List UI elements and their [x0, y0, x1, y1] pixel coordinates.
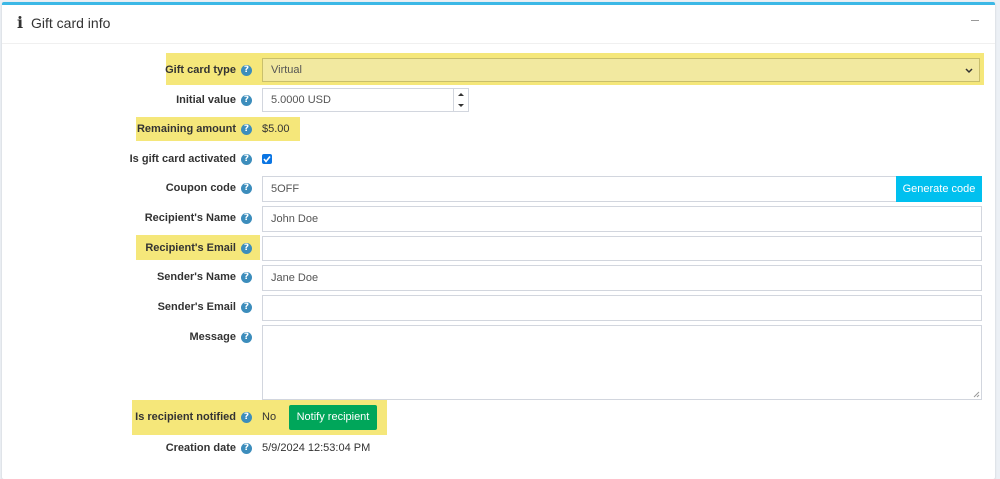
- notify-recipient-button[interactable]: Notify recipient: [289, 405, 377, 430]
- help-icon[interactable]: ?: [241, 271, 252, 283]
- initial-value-input[interactable]: 5.0000 USD: [262, 88, 469, 112]
- help-icon[interactable]: ?: [241, 331, 252, 343]
- recipient-email-input[interactable]: [262, 236, 982, 261]
- panel-title: Gift card info: [31, 15, 111, 31]
- collapse-icon[interactable]: [969, 13, 983, 27]
- remaining-amount-value: $5.00: [262, 123, 290, 135]
- creation-date-value: 5/9/2024 12:53:04 PM: [262, 442, 371, 454]
- checkmark-icon: [263, 156, 271, 163]
- recipient-email-label: Recipient's Email: [145, 242, 236, 254]
- help-icon[interactable]: ?: [241, 64, 252, 76]
- help-icon[interactable]: ?: [241, 242, 252, 254]
- initial-value-label: Initial value: [176, 94, 236, 106]
- generate-code-button[interactable]: Generate code: [896, 176, 982, 202]
- coupon-code-label: Coupon code: [165, 182, 236, 194]
- help-icon[interactable]: ?: [241, 153, 252, 165]
- gift-card-type-select[interactable]: Virtual: [262, 58, 980, 82]
- numeric-stepper[interactable]: [453, 89, 468, 111]
- panel-header: i Gift card info: [2, 5, 995, 44]
- sender-email-label: Sender's Email: [157, 301, 236, 313]
- coupon-code-input[interactable]: 5OFF: [262, 176, 897, 202]
- is-notified-label: Is recipient notified: [135, 411, 236, 423]
- resize-handle-icon[interactable]: [973, 391, 980, 398]
- help-icon[interactable]: ?: [241, 123, 252, 135]
- remaining-amount-label: Remaining amount: [136, 123, 236, 135]
- stepper-down-icon[interactable]: [454, 100, 468, 111]
- sender-email-input[interactable]: [262, 295, 982, 321]
- message-textarea[interactable]: [262, 325, 982, 400]
- message-label: Message: [189, 331, 236, 343]
- gift-card-type-label: Gift card type: [165, 64, 236, 76]
- is-activated-checkbox[interactable]: [262, 154, 272, 164]
- help-icon[interactable]: ?: [241, 411, 252, 423]
- help-icon[interactable]: ?: [241, 212, 252, 224]
- recipient-name-input[interactable]: John Doe: [262, 206, 982, 232]
- chevron-down-icon: [965, 68, 973, 74]
- help-icon[interactable]: ?: [241, 94, 252, 106]
- is-activated-label: Is gift card activated: [129, 153, 236, 165]
- stepper-up-icon[interactable]: [454, 89, 468, 100]
- help-icon[interactable]: ?: [241, 182, 252, 194]
- recipient-name-label: Recipient's Name: [144, 212, 236, 224]
- sender-name-label: Sender's Name: [156, 271, 236, 283]
- help-icon[interactable]: ?: [241, 301, 252, 313]
- sender-name-input[interactable]: Jane Doe: [262, 265, 982, 291]
- help-icon[interactable]: ?: [241, 442, 252, 454]
- info-icon: i: [16, 13, 24, 32]
- creation-date-label: Creation date: [165, 442, 236, 454]
- is-notified-value: No: [262, 411, 277, 423]
